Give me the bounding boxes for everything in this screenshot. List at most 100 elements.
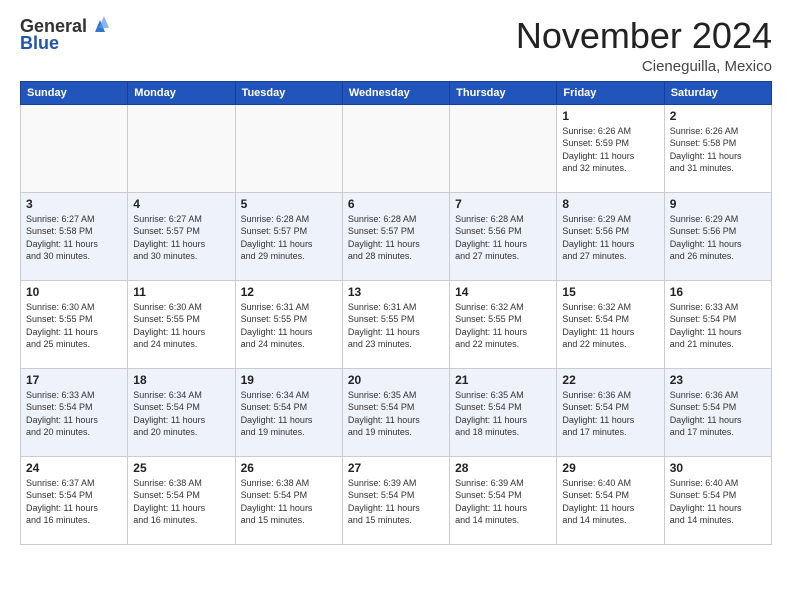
calendar-cell: 28 Sunrise: 6:39 AM Sunset: 5:54 PM Dayli… <box>450 456 557 544</box>
day-number: 20 <box>348 373 444 387</box>
calendar-cell: 7Sunrise: 6:28 AM Sunset: 5:56 PM Daylig… <box>450 192 557 280</box>
day-number: 27 <box>348 461 444 475</box>
day-number: 14 <box>455 285 551 299</box>
calendar-cell: 30 Sunrise: 6:40 AM Sunset: 5:54 PM Dayli… <box>664 456 771 544</box>
day-info: Sunrise: 6:26 AM Sunset: 5:59 PM Dayligh… <box>562 125 658 175</box>
day-number: 16 <box>670 285 766 299</box>
calendar-cell: 5 Sunrise: 6:28 AM Sunset: 5:57 PM Daylig… <box>235 192 342 280</box>
day-number: 1 <box>562 109 658 123</box>
day-number: 28 <box>455 461 551 475</box>
day-info: Sunrise: 6:32 AM Sunset: 5:55 PM Dayligh… <box>455 301 551 351</box>
col-monday: Monday <box>128 81 235 104</box>
day-info: Sunrise: 6:31 AM Sunset: 5:55 PM Dayligh… <box>241 301 337 351</box>
calendar-cell: 19 Sunrise: 6:34 AM Sunset: 5:54 PM Dayli… <box>235 368 342 456</box>
col-wednesday: Wednesday <box>342 81 449 104</box>
day-number: 13 <box>348 285 444 299</box>
day-number: 10 <box>26 285 122 299</box>
day-info: Sunrise: 6:32 AM Sunset: 5:54 PM Dayligh… <box>562 301 658 351</box>
calendar-cell <box>450 104 557 192</box>
day-number: 22 <box>562 373 658 387</box>
day-number: 26 <box>241 461 337 475</box>
day-info: Sunrise: 6:39 AM Sunset: 5:54 PM Dayligh… <box>348 477 444 527</box>
calendar-cell: 22Sunrise: 6:36 AM Sunset: 5:54 PM Dayli… <box>557 368 664 456</box>
calendar-cell: 18Sunrise: 6:34 AM Sunset: 5:54 PM Dayli… <box>128 368 235 456</box>
calendar-cell: 10Sunrise: 6:30 AM Sunset: 5:55 PM Dayli… <box>21 280 128 368</box>
calendar-cell: 11 Sunrise: 6:30 AM Sunset: 5:55 PM Dayli… <box>128 280 235 368</box>
col-friday: Friday <box>557 81 664 104</box>
day-number: 11 <box>133 285 229 299</box>
calendar-cell: 17 Sunrise: 6:33 AM Sunset: 5:54 PM Dayli… <box>21 368 128 456</box>
calendar-cell <box>235 104 342 192</box>
day-info: Sunrise: 6:35 AM Sunset: 5:54 PM Dayligh… <box>348 389 444 439</box>
day-info: Sunrise: 6:33 AM Sunset: 5:54 PM Dayligh… <box>26 389 122 439</box>
title-block: November 2024 Cieneguilla, Mexico <box>516 16 772 75</box>
day-number: 24 <box>26 461 122 475</box>
day-number: 3 <box>26 197 122 211</box>
day-number: 4 <box>133 197 229 211</box>
day-info: Sunrise: 6:26 AM Sunset: 5:58 PM Dayligh… <box>670 125 766 175</box>
calendar-cell: 8 Sunrise: 6:29 AM Sunset: 5:56 PM Daylig… <box>557 192 664 280</box>
logo-blue-text: Blue <box>20 33 59 54</box>
calendar-cell: 13Sunrise: 6:31 AM Sunset: 5:55 PM Dayli… <box>342 280 449 368</box>
day-number: 15 <box>562 285 658 299</box>
calendar-cell: 4 Sunrise: 6:27 AM Sunset: 5:57 PM Daylig… <box>128 192 235 280</box>
day-info: Sunrise: 6:38 AM Sunset: 5:54 PM Dayligh… <box>241 477 337 527</box>
calendar-table: Sunday Monday Tuesday Wednesday Thursday… <box>20 81 772 545</box>
calendar-cell: 29 Sunrise: 6:40 AM Sunset: 5:54 PM Dayli… <box>557 456 664 544</box>
calendar-cell: 1 Sunrise: 6:26 AM Sunset: 5:59 PM Daylig… <box>557 104 664 192</box>
calendar-week-row: 24 Sunrise: 6:37 AM Sunset: 5:54 PM Dayli… <box>21 456 772 544</box>
day-number: 2 <box>670 109 766 123</box>
calendar-cell: 23Sunrise: 6:36 AM Sunset: 5:54 PM Dayli… <box>664 368 771 456</box>
day-number: 7 <box>455 197 551 211</box>
day-number: 19 <box>241 373 337 387</box>
day-number: 9 <box>670 197 766 211</box>
calendar-cell: 2 Sunrise: 6:26 AM Sunset: 5:58 PM Daylig… <box>664 104 771 192</box>
calendar-cell: 16 Sunrise: 6:33 AM Sunset: 5:54 PM Dayli… <box>664 280 771 368</box>
calendar-cell: 25Sunrise: 6:38 AM Sunset: 5:54 PM Dayli… <box>128 456 235 544</box>
day-number: 12 <box>241 285 337 299</box>
day-info: Sunrise: 6:29 AM Sunset: 5:56 PM Dayligh… <box>670 213 766 263</box>
day-info: Sunrise: 6:40 AM Sunset: 5:54 PM Dayligh… <box>670 477 766 527</box>
day-info: Sunrise: 6:29 AM Sunset: 5:56 PM Dayligh… <box>562 213 658 263</box>
day-info: Sunrise: 6:37 AM Sunset: 5:54 PM Dayligh… <box>26 477 122 527</box>
day-number: 30 <box>670 461 766 475</box>
col-saturday: Saturday <box>664 81 771 104</box>
col-tuesday: Tuesday <box>235 81 342 104</box>
calendar-cell <box>128 104 235 192</box>
logo-triangle-icon <box>89 14 111 36</box>
day-number: 6 <box>348 197 444 211</box>
header: General Blue November 2024 Cieneguilla, … <box>20 16 772 75</box>
calendar-week-row: 10 Sunrise: 6:30 AM Sunset: 5:55 PM Dayli… <box>21 280 772 368</box>
calendar-cell <box>21 104 128 192</box>
calendar-cell: 20 Sunrise: 6:35 AM Sunset: 5:54 PM Dayli… <box>342 368 449 456</box>
day-info: Sunrise: 6:27 AM Sunset: 5:58 PM Dayligh… <box>26 213 122 263</box>
day-number: 29 <box>562 461 658 475</box>
calendar-week-row: 3 Sunrise: 6:27 AM Sunset: 5:58 PM Daylig… <box>21 192 772 280</box>
page: General Blue November 2024 Cieneguilla, … <box>0 0 792 612</box>
day-number: 25 <box>133 461 229 475</box>
calendar-title: November 2024 <box>516 16 772 56</box>
day-info: Sunrise: 6:27 AM Sunset: 5:57 PM Dayligh… <box>133 213 229 263</box>
calendar-cell: 21Sunrise: 6:35 AM Sunset: 5:54 PM Dayli… <box>450 368 557 456</box>
day-number: 8 <box>562 197 658 211</box>
day-info: Sunrise: 6:28 AM Sunset: 5:57 PM Dayligh… <box>241 213 337 263</box>
logo: General Blue <box>20 16 111 54</box>
calendar-cell: 15 Sunrise: 6:32 AM Sunset: 5:54 PM Dayli… <box>557 280 664 368</box>
calendar-cell: 12 Sunrise: 6:31 AM Sunset: 5:55 PM Dayli… <box>235 280 342 368</box>
calendar-location: Cieneguilla, Mexico <box>516 58 772 75</box>
day-info: Sunrise: 6:30 AM Sunset: 5:55 PM Dayligh… <box>133 301 229 351</box>
calendar-week-row: 1 Sunrise: 6:26 AM Sunset: 5:59 PM Daylig… <box>21 104 772 192</box>
day-info: Sunrise: 6:40 AM Sunset: 5:54 PM Dayligh… <box>562 477 658 527</box>
day-info: Sunrise: 6:34 AM Sunset: 5:54 PM Dayligh… <box>241 389 337 439</box>
calendar-cell: 26 Sunrise: 6:38 AM Sunset: 5:54 PM Dayli… <box>235 456 342 544</box>
col-sunday: Sunday <box>21 81 128 104</box>
day-info: Sunrise: 6:39 AM Sunset: 5:54 PM Dayligh… <box>455 477 551 527</box>
day-info: Sunrise: 6:33 AM Sunset: 5:54 PM Dayligh… <box>670 301 766 351</box>
col-thursday: Thursday <box>450 81 557 104</box>
calendar-cell: 24 Sunrise: 6:37 AM Sunset: 5:54 PM Dayli… <box>21 456 128 544</box>
calendar-cell <box>342 104 449 192</box>
day-number: 17 <box>26 373 122 387</box>
day-number: 18 <box>133 373 229 387</box>
day-number: 5 <box>241 197 337 211</box>
day-info: Sunrise: 6:28 AM Sunset: 5:57 PM Dayligh… <box>348 213 444 263</box>
